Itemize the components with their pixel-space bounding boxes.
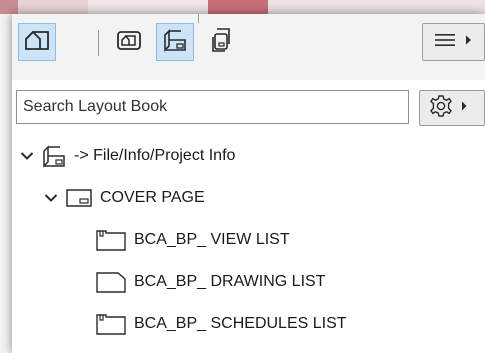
toolbar-divider [198, 14, 199, 23]
tree-item-layout[interactable]: BCA_BP_ VIEW LIST [96, 222, 290, 258]
background-strip [0, 0, 485, 14]
navigator-panel: -> File/Info/Project Info COVER PAGE [12, 14, 485, 353]
layout-book-icon [42, 144, 66, 168]
search-row [12, 90, 485, 126]
tree-item-layout[interactable]: BCA_BP_ DRAWING LIST [96, 264, 325, 300]
project-map-button[interactable] [18, 23, 56, 61]
layout-book-button[interactable] [156, 23, 194, 61]
layout-plain-icon [96, 271, 126, 293]
view-map-icon [116, 28, 142, 57]
tree-item-cover-page[interactable]: COVER PAGE [42, 180, 205, 216]
tree-item-label: -> File/Info/Project Info [74, 147, 236, 164]
settings-button[interactable] [419, 90, 485, 126]
tree-item-label: BCA_BP_ DRAWING LIST [134, 273, 326, 290]
tree-item-root[interactable]: -> File/Info/Project Info [18, 138, 235, 174]
layout-icon [96, 313, 126, 335]
tree-item-label: BCA_BP_ VIEW LIST [134, 231, 290, 248]
layout-icon [96, 229, 126, 251]
chevron-down-icon[interactable] [18, 147, 36, 165]
search-input[interactable] [16, 90, 409, 124]
tree-item-label: COVER PAGE [100, 189, 205, 206]
chevron-down-icon[interactable] [42, 189, 60, 207]
layout-book-icon [162, 27, 188, 58]
project-map-icon [24, 28, 50, 57]
tree-item-layout[interactable]: BCA_BP_ SCHEDULES LIST [96, 306, 347, 342]
subset-icon [66, 188, 92, 208]
publisher-sets-button[interactable] [204, 23, 242, 61]
tree-item-label: BCA_BP_ SCHEDULES LIST [134, 315, 347, 332]
toolbar-separator [98, 30, 99, 56]
publisher-sets-icon [210, 27, 236, 58]
hamburger-menu-icon [435, 32, 479, 53]
gear-icon [429, 94, 477, 123]
view-map-button[interactable] [110, 23, 148, 61]
panel-menu-button[interactable] [422, 23, 485, 61]
navigator-toolbar [12, 14, 485, 80]
